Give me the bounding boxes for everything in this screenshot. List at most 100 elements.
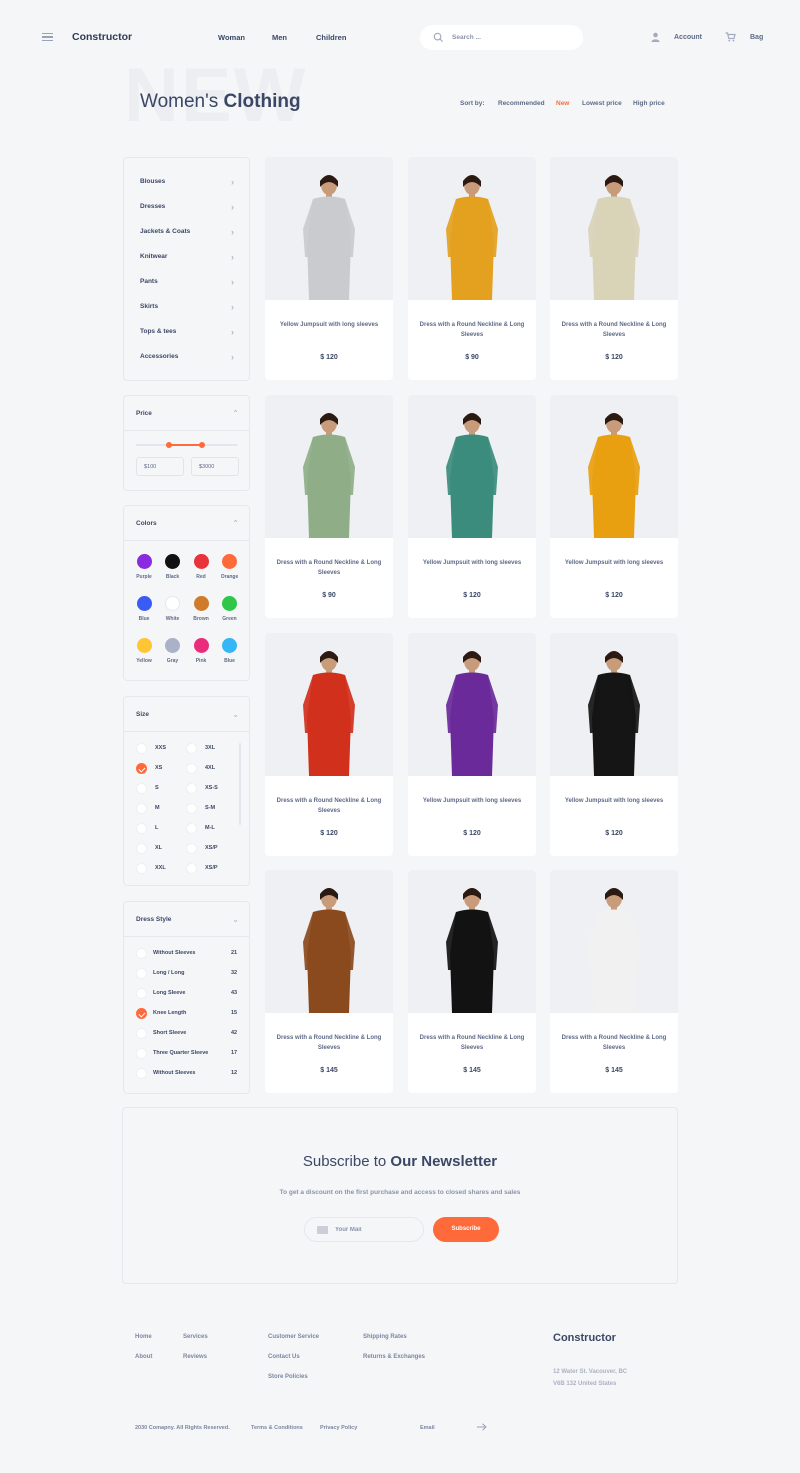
footer-brand[interactable]: Constructor bbox=[553, 1332, 616, 1344]
size-checkbox[interactable] bbox=[136, 743, 147, 754]
product-card[interactable]: Dress with a Round Neckline & Long Sleev… bbox=[550, 870, 678, 1093]
dress-style-checkbox[interactable] bbox=[136, 1068, 147, 1079]
color-swatch[interactable] bbox=[136, 637, 152, 653]
size-checkbox[interactable] bbox=[136, 763, 147, 774]
category-item[interactable]: Accessories › bbox=[140, 352, 234, 362]
product-image[interactable] bbox=[550, 633, 678, 776]
size-checkbox[interactable] bbox=[186, 843, 197, 854]
size-checkbox[interactable] bbox=[136, 823, 147, 834]
product-image[interactable] bbox=[550, 395, 678, 538]
color-swatch[interactable] bbox=[222, 553, 237, 569]
color-swatch[interactable] bbox=[165, 637, 180, 653]
size-checkbox[interactable] bbox=[186, 823, 197, 834]
product-name[interactable]: Yellow Jumpsuit with long sleeves bbox=[560, 796, 668, 806]
terms-link[interactable]: Terms & Conditions bbox=[251, 1425, 303, 1431]
product-image[interactable] bbox=[408, 395, 536, 538]
dress-style-checkbox[interactable] bbox=[136, 988, 147, 999]
category-item[interactable]: Blouses › bbox=[140, 177, 234, 187]
product-name[interactable]: Dress with a Round Neckline & Long Sleev… bbox=[418, 1033, 526, 1053]
dress-style-checkbox[interactable] bbox=[136, 968, 147, 979]
product-image[interactable] bbox=[265, 870, 393, 1013]
dress-style-checkbox[interactable] bbox=[136, 948, 147, 959]
product-card[interactable]: Dress with a Round Neckline & Long Sleev… bbox=[408, 157, 536, 380]
subscribe-button[interactable]: Subscribe bbox=[433, 1217, 499, 1242]
category-item[interactable]: Pants › bbox=[140, 277, 234, 287]
newsletter-email-input[interactable] bbox=[335, 1224, 415, 1236]
color-swatch[interactable] bbox=[193, 553, 209, 569]
color-swatch[interactable] bbox=[136, 595, 152, 611]
category-item[interactable]: Jackets & Coats › bbox=[140, 227, 234, 237]
account-link[interactable]: Account bbox=[651, 32, 702, 42]
price-slider-max-handle[interactable] bbox=[199, 442, 206, 448]
size-filter-header[interactable]: Size ⌄ bbox=[136, 697, 239, 731]
nav-link-men[interactable]: Men bbox=[272, 33, 287, 42]
size-checkbox[interactable] bbox=[136, 783, 147, 794]
search-bar[interactable] bbox=[420, 25, 583, 50]
hamburger-menu-icon[interactable] bbox=[42, 33, 53, 42]
color-swatch[interactable] bbox=[165, 553, 180, 569]
footer-link-returns[interactable]: Returns & Exchanges bbox=[363, 1354, 425, 1360]
size-checkbox[interactable] bbox=[186, 783, 197, 794]
color-filter-header[interactable]: Colors ⌃ bbox=[136, 506, 239, 540]
nav-link-children[interactable]: Children bbox=[316, 33, 346, 42]
category-item[interactable]: Tops & tees › bbox=[140, 327, 234, 337]
footer-link-customer-service[interactable]: Customer Service bbox=[268, 1334, 319, 1340]
price-slider[interactable] bbox=[136, 442, 238, 448]
size-checkbox[interactable] bbox=[186, 863, 197, 874]
product-card[interactable]: Dress with a Round Neckline & Long Sleev… bbox=[408, 870, 536, 1093]
product-image[interactable] bbox=[408, 870, 536, 1013]
product-image[interactable] bbox=[408, 633, 536, 776]
product-name[interactable]: Dress with a Round Neckline & Long Sleev… bbox=[275, 1033, 383, 1053]
size-checkbox[interactable] bbox=[186, 803, 197, 814]
product-card[interactable]: Yellow Jumpsuit with long sleeves $ 120 bbox=[408, 633, 536, 856]
dress-style-filter-header[interactable]: Dress Style ⌄ bbox=[136, 902, 239, 936]
privacy-link[interactable]: Privacy Policy bbox=[320, 1425, 357, 1431]
footer-link-about[interactable]: About bbox=[135, 1354, 152, 1360]
product-image[interactable] bbox=[408, 157, 536, 300]
product-name[interactable]: Yellow Jumpsuit with long sleeves bbox=[275, 320, 383, 330]
product-image[interactable] bbox=[265, 633, 393, 776]
size-checkbox[interactable] bbox=[136, 863, 147, 874]
sort-option-new[interactable]: New bbox=[556, 100, 569, 107]
product-name[interactable]: Yellow Jumpsuit with long sleeves bbox=[560, 558, 668, 568]
product-card[interactable]: Yellow Jumpsuit with long sleeves $ 120 bbox=[550, 633, 678, 856]
sort-option-high-price[interactable]: High price bbox=[633, 100, 665, 107]
product-image[interactable] bbox=[550, 870, 678, 1013]
size-checkbox[interactable] bbox=[186, 763, 197, 774]
category-item[interactable]: Knitwear › bbox=[140, 252, 234, 262]
sort-option-recommended[interactable]: Recommended bbox=[498, 100, 545, 107]
product-card[interactable]: Dress with a Round Neckline & Long Sleev… bbox=[265, 395, 393, 618]
product-image[interactable] bbox=[550, 157, 678, 300]
product-name[interactable]: Dress with a Round Neckline & Long Sleev… bbox=[275, 558, 383, 578]
footer-link-services[interactable]: Services bbox=[183, 1334, 208, 1340]
product-name[interactable]: Dress with a Round Neckline & Long Sleev… bbox=[275, 796, 383, 816]
color-swatch[interactable] bbox=[136, 553, 152, 569]
footer-link-contact-us[interactable]: Contact Us bbox=[268, 1354, 300, 1360]
brand-logo[interactable]: Constructor bbox=[72, 31, 132, 43]
size-checkbox[interactable] bbox=[186, 743, 197, 754]
dress-style-checkbox[interactable] bbox=[136, 1028, 147, 1039]
footer-link-store-policies[interactable]: Store Policies bbox=[268, 1374, 308, 1380]
product-card[interactable]: Dress with a Round Neckline & Long Sleev… bbox=[265, 870, 393, 1093]
nav-link-woman[interactable]: Woman bbox=[218, 33, 245, 42]
price-filter-header[interactable]: Price ⌃ bbox=[136, 396, 239, 430]
dress-style-checkbox[interactable] bbox=[136, 1008, 147, 1019]
footer-link-reviews[interactable]: Reviews bbox=[183, 1354, 207, 1360]
product-card[interactable]: Yellow Jumpsuit with long sleeves $ 120 bbox=[265, 157, 393, 380]
bag-link[interactable]: Bag bbox=[725, 32, 763, 42]
product-name[interactable]: Dress with a Round Neckline & Long Sleev… bbox=[418, 320, 526, 340]
product-name[interactable]: Yellow Jumpsuit with long sleeves bbox=[418, 796, 526, 806]
product-image[interactable] bbox=[265, 395, 393, 538]
color-swatch[interactable] bbox=[193, 637, 209, 653]
product-name[interactable]: Yellow Jumpsuit with long sleeves bbox=[418, 558, 526, 568]
footer-link-home[interactable]: Home bbox=[135, 1334, 152, 1340]
size-checkbox[interactable] bbox=[136, 803, 147, 814]
product-name[interactable]: Dress with a Round Neckline & Long Sleev… bbox=[560, 320, 668, 340]
size-checkbox[interactable] bbox=[136, 843, 147, 854]
product-card[interactable]: Dress with a Round Neckline & Long Sleev… bbox=[550, 157, 678, 380]
color-swatch[interactable] bbox=[193, 595, 209, 611]
category-item[interactable]: Skirts › bbox=[140, 302, 234, 312]
product-card[interactable]: Dress with a Round Neckline & Long Sleev… bbox=[265, 633, 393, 856]
product-card[interactable]: Yellow Jumpsuit with long sleeves $ 120 bbox=[550, 395, 678, 618]
product-image[interactable] bbox=[265, 157, 393, 300]
